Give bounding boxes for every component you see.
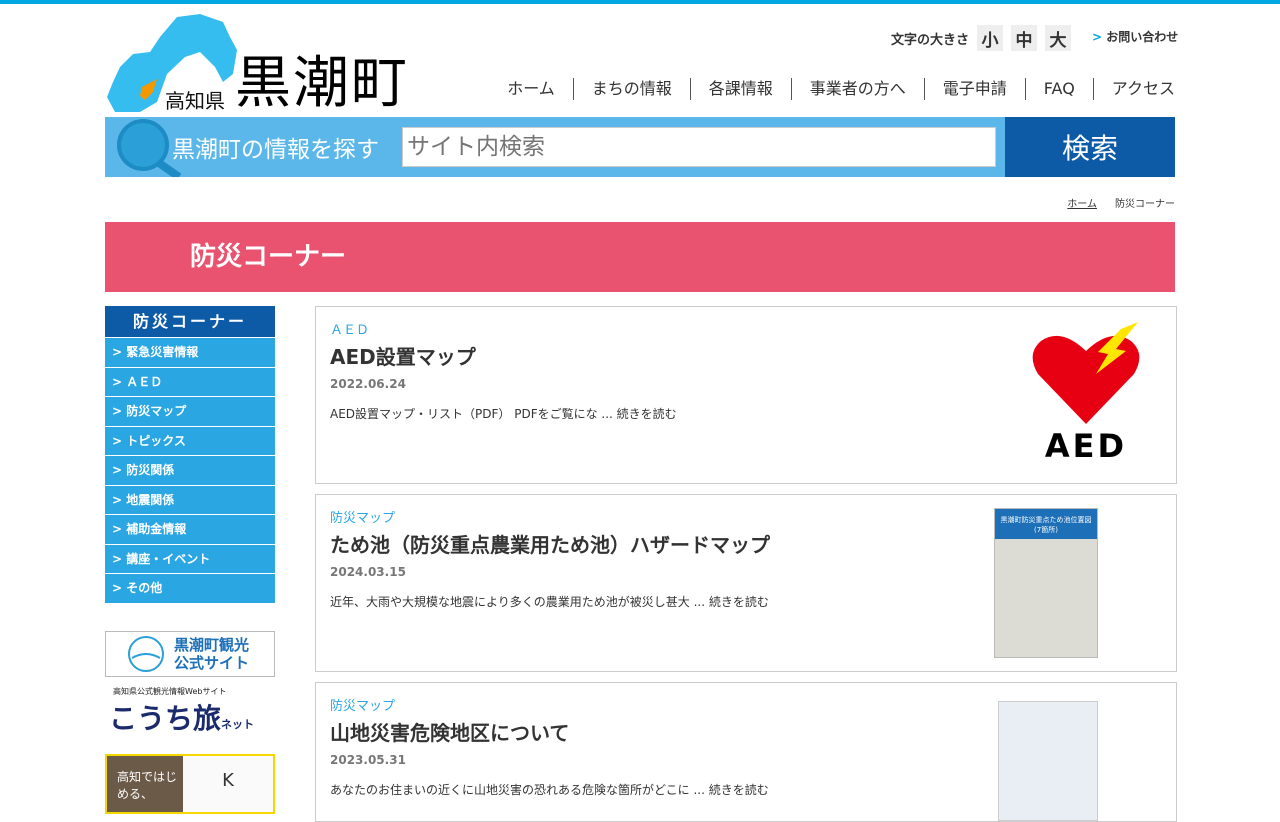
article-excerpt: AED設置マップ・リスト（PDF） PDFをご覧にな ... 続きを読む <box>330 407 677 421</box>
article-category[interactable]: 防災マップ <box>330 507 395 526</box>
mountain-hazard-thumbnail[interactable] <box>998 701 1098 821</box>
sidebar-item[interactable]: > 緊急災害情報 <box>105 337 275 367</box>
sidebar-title: 防災コーナー <box>105 306 275 337</box>
kochi-sogyo-banner[interactable]: 高知ではじめる、 K <box>105 754 275 814</box>
breadcrumb-current: 防災コーナー <box>1115 199 1175 210</box>
sidebar-item[interactable]: > 防災マップ <box>105 396 275 426</box>
sidebar-item[interactable]: > 補助金情報 <box>105 514 275 544</box>
top-accent-bar <box>0 0 1280 4</box>
aed-heart-icon <box>1032 322 1140 424</box>
article-date: 2022.06.24 <box>330 377 406 391</box>
aed-thumbnail[interactable]: AED <box>1026 319 1146 467</box>
nav-departments[interactable]: 各課情報 <box>689 78 791 100</box>
article-category[interactable]: ＡＥＤ <box>330 319 369 338</box>
prefecture-name: 高知県 <box>165 89 225 113</box>
article-date: 2024.03.15 <box>330 565 406 579</box>
page-title: 防災コーナー <box>105 222 1175 292</box>
search-button[interactable]: 検索 <box>1005 117 1175 177</box>
article-date: 2023.05.31 <box>330 753 406 767</box>
search-label: 黒潮町の情報を探す <box>172 137 379 163</box>
breadcrumb: ホーム 防災コーナー <box>1067 195 1175 210</box>
breadcrumb-home[interactable]: ホーム <box>1067 199 1097 210</box>
article-title[interactable]: 山地災害危険地区について <box>330 717 569 746</box>
font-size-small[interactable]: 小 <box>977 25 1004 51</box>
k-logo-icon: K <box>183 756 273 812</box>
kanko-banner[interactable]: 黒潮町観光 公式サイト <box>105 631 275 677</box>
article-title[interactable]: ため池（防災重点農業用ため池）ハザードマップ <box>330 529 770 558</box>
article-card[interactable]: 防災マップ 山地災害危険地区について 2023.05.31 あなたのお住まいの近… <box>315 682 1177 822</box>
hazard-map-thumbnail[interactable]: 黒潮町防災重点ため池位置図(7箇所) <box>994 508 1098 658</box>
kochi-tabi-banner[interactable]: 高知県公式観光情報Webサイト こうち旅ネット <box>105 686 275 744</box>
article-excerpt: 近年、大雨や大規模な地震により多くの農業用ため池が被災し甚大 ... 続きを読む <box>330 595 769 609</box>
article-title[interactable]: AED設置マップ <box>330 341 476 370</box>
font-size-label: 文字の大きさ <box>891 32 970 48</box>
search-input[interactable] <box>402 127 996 167</box>
nav-faq[interactable]: FAQ <box>1024 78 1093 100</box>
nav-business[interactable]: 事業者の方へ <box>790 78 924 100</box>
nav-home[interactable]: ホーム <box>489 78 573 100</box>
article-excerpt: あなたのお住まいの近くに山地災害の恐れある危険な箇所がどこに ... 続きを読む <box>330 783 769 797</box>
sidebar-item[interactable]: > トピックス <box>105 425 275 455</box>
magnifier-icon <box>117 119 181 177</box>
sidebar: 防災コーナー > 緊急災害情報 > ＡＥＤ > 防災マップ > トピックス > … <box>105 306 275 603</box>
site-logo[interactable]: 高知県 黒潮町 <box>105 12 415 116</box>
sidebar-item[interactable]: > その他 <box>105 573 275 603</box>
town-name: 黒潮町 <box>235 51 409 116</box>
article-card[interactable]: ＡＥＤ AED設置マップ 2022.06.24 AED設置マップ・リスト（PDF… <box>315 306 1177 484</box>
contact-link[interactable]: > お問い合わせ <box>1092 28 1178 45</box>
nav-access[interactable]: アクセス <box>1092 78 1175 100</box>
sidebar-item[interactable]: > ＡＥＤ <box>105 366 275 396</box>
sidebar-item[interactable]: > 防災関係 <box>105 455 275 485</box>
search-bar: 黒潮町の情報を探す 検索 <box>105 117 1175 177</box>
article-card[interactable]: 防災マップ ため池（防災重点農業用ため池）ハザードマップ 2024.03.15 … <box>315 494 1177 672</box>
kurosio-logo-icon <box>128 636 164 672</box>
font-size-large[interactable]: 大 <box>1045 25 1072 51</box>
nav-e-application[interactable]: 電子申請 <box>923 78 1025 100</box>
font-size-control: 文字の大きさ 小 中 大 <box>891 25 1072 51</box>
sidebar-item[interactable]: > 講座・イベント <box>105 543 275 573</box>
sidebar-item[interactable]: > 地震関係 <box>105 484 275 514</box>
article-category[interactable]: 防災マップ <box>330 695 395 714</box>
global-nav: ホーム まちの情報 各課情報 事業者の方へ 電子申請 FAQ アクセス <box>489 78 1175 100</box>
nav-town-info[interactable]: まちの情報 <box>572 78 690 100</box>
font-size-medium[interactable]: 中 <box>1011 25 1038 51</box>
chevron-right-icon: > <box>1092 30 1103 44</box>
